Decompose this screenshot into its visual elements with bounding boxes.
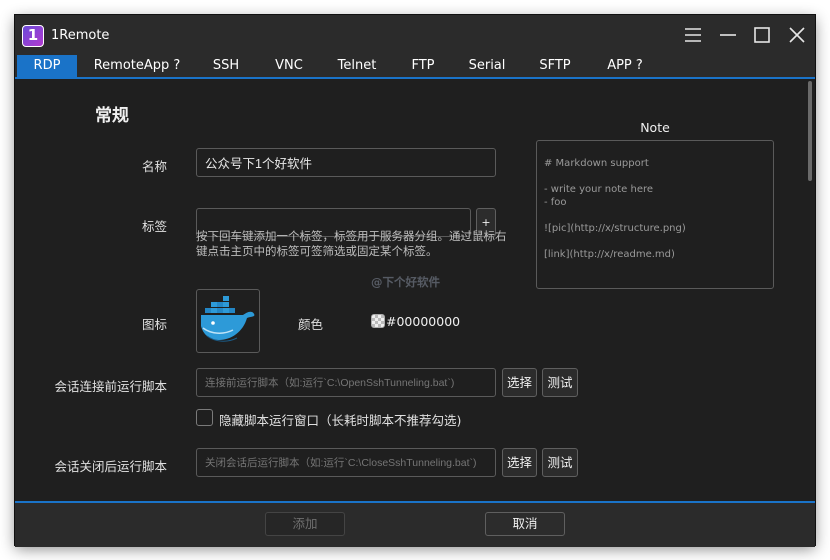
name-input[interactable] (196, 148, 496, 177)
docker-whale-icon (201, 296, 255, 342)
tab-telnet[interactable]: Telnet (328, 55, 386, 77)
close-icon[interactable] (786, 24, 808, 46)
pre-script-input[interactable] (196, 368, 496, 397)
tab-sftp[interactable]: SFTP (530, 55, 580, 77)
app-window: 1 1Remote RDP RemoteApp ? SSH VNC Telnet… (15, 15, 815, 547)
icon-label: 图标 (141, 317, 167, 332)
note-editor[interactable]: # Markdown support - write your note her… (536, 140, 774, 289)
cancel-button[interactable]: 取消 (485, 512, 565, 536)
tab-ssh[interactable]: SSH (202, 55, 250, 77)
app-logo-icon: 1 (22, 25, 44, 47)
post-script-input[interactable] (196, 448, 496, 477)
tab-remoteapp[interactable]: RemoteApp ? (87, 55, 187, 77)
tab-ftp[interactable]: FTP (401, 55, 445, 77)
section-title: 常规 (95, 106, 129, 126)
title-bar: 1 1Remote (15, 15, 815, 55)
pre-script-label: 会话连接前运行脚本 (54, 379, 167, 394)
tag-hint: 按下回车键添加一个标签，标签用于服务器分组。通过鼠标右键点击主页中的标签可签筛选… (196, 229, 507, 258)
pre-script-test-button[interactable]: 测试 (542, 368, 578, 397)
note-title: Note (640, 120, 670, 135)
pre-script-select-button[interactable]: 选择 (502, 368, 537, 397)
hide-script-label[interactable]: 隐藏脚本运行窗口（长耗时脚本不推荐勾选) (219, 410, 461, 429)
window-title: 1Remote (51, 28, 110, 43)
name-label: 名称 (141, 159, 167, 174)
dialog-footer: 添加 取消 (15, 501, 815, 547)
tag-label: 标签 (141, 219, 167, 234)
post-script-test-button[interactable]: 测试 (542, 448, 578, 477)
color-swatch[interactable] (371, 314, 385, 328)
icon-picker[interactable] (196, 289, 260, 353)
post-script-select-button[interactable]: 选择 (502, 448, 537, 477)
minimize-icon[interactable] (717, 24, 739, 46)
color-value[interactable]: #00000000 (386, 314, 460, 329)
scrollbar[interactable] (808, 81, 812, 181)
tab-rdp[interactable]: RDP (17, 55, 77, 77)
color-label: 颜色 (298, 317, 324, 332)
settings-panel: 常规 名称 标签 + 按下回车键添加一个标签，标签用于服务器分组。通过鼠标右键点… (15, 79, 815, 501)
watermark-text: @下个好软件 (371, 275, 440, 289)
add-button[interactable]: 添加 (265, 512, 345, 536)
maximize-icon[interactable] (751, 24, 773, 46)
tab-serial[interactable]: Serial (461, 55, 513, 77)
tab-app[interactable]: APP ? (597, 55, 653, 77)
menu-icon[interactable] (682, 24, 704, 46)
protocol-tab-bar: RDP RemoteApp ? SSH VNC Telnet FTP Seria… (15, 55, 815, 79)
hide-script-checkbox[interactable] (196, 409, 213, 426)
post-script-label: 会话关闭后运行脚本 (54, 459, 167, 474)
tab-vnc[interactable]: VNC (265, 55, 313, 77)
